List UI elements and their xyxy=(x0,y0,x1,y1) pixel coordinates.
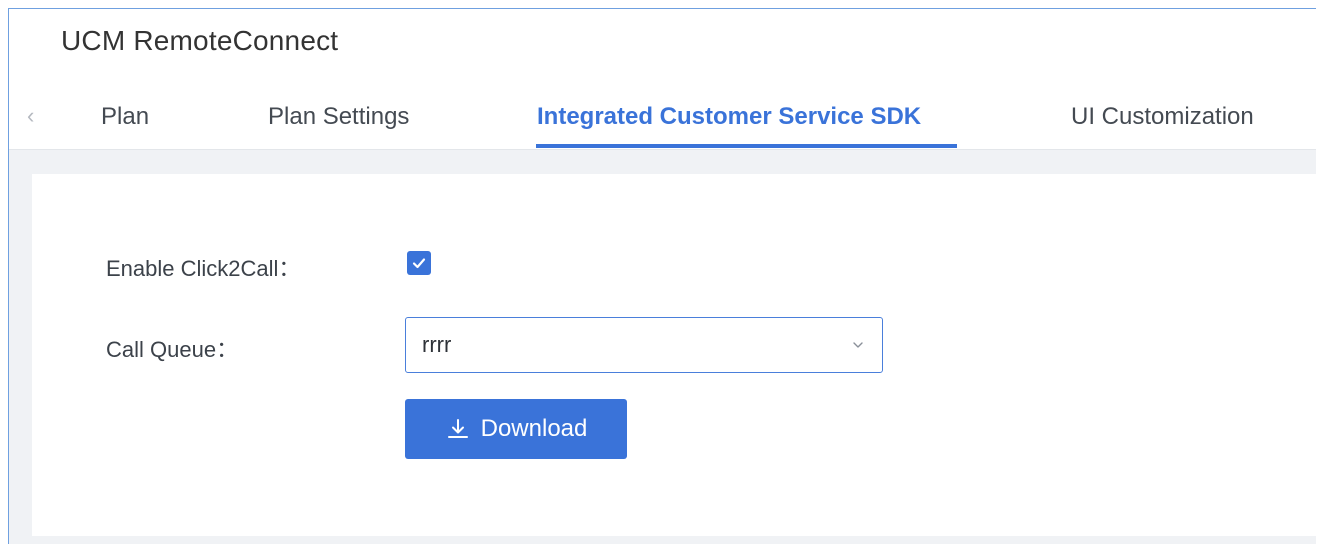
checkmark-icon xyxy=(412,258,426,269)
chevron-down-icon xyxy=(852,338,864,356)
app-window: UCM RemoteConnect ‹ Plan Plan Settings I… xyxy=(8,8,1316,544)
call-queue-value: rrrr xyxy=(422,332,452,357)
click2call-label: Enable Click2Call： xyxy=(106,256,301,281)
click2call-checkbox[interactable] xyxy=(407,251,431,275)
tab-ui-customization[interactable]: UI Customization xyxy=(1071,103,1254,131)
tab-plan-settings[interactable]: Plan Settings xyxy=(268,103,409,131)
download-button[interactable]: Download xyxy=(405,399,627,459)
tab-plan[interactable]: Plan xyxy=(101,103,149,131)
active-tab-indicator xyxy=(536,144,957,148)
download-button-label: Download xyxy=(480,415,588,442)
call-queue-label: Call Queue： xyxy=(106,337,239,362)
call-queue-select[interactable]: rrrr xyxy=(405,317,883,373)
tab-integrated-customer-service-sdk[interactable]: Integrated Customer Service SDK xyxy=(537,103,921,131)
tab-bar: ‹ Plan Plan Settings Integrated Customer… xyxy=(9,87,1316,150)
download-icon xyxy=(447,419,468,438)
app-title: UCM RemoteConnect xyxy=(61,25,339,56)
chevron-left-icon[interactable]: ‹ xyxy=(27,103,34,129)
